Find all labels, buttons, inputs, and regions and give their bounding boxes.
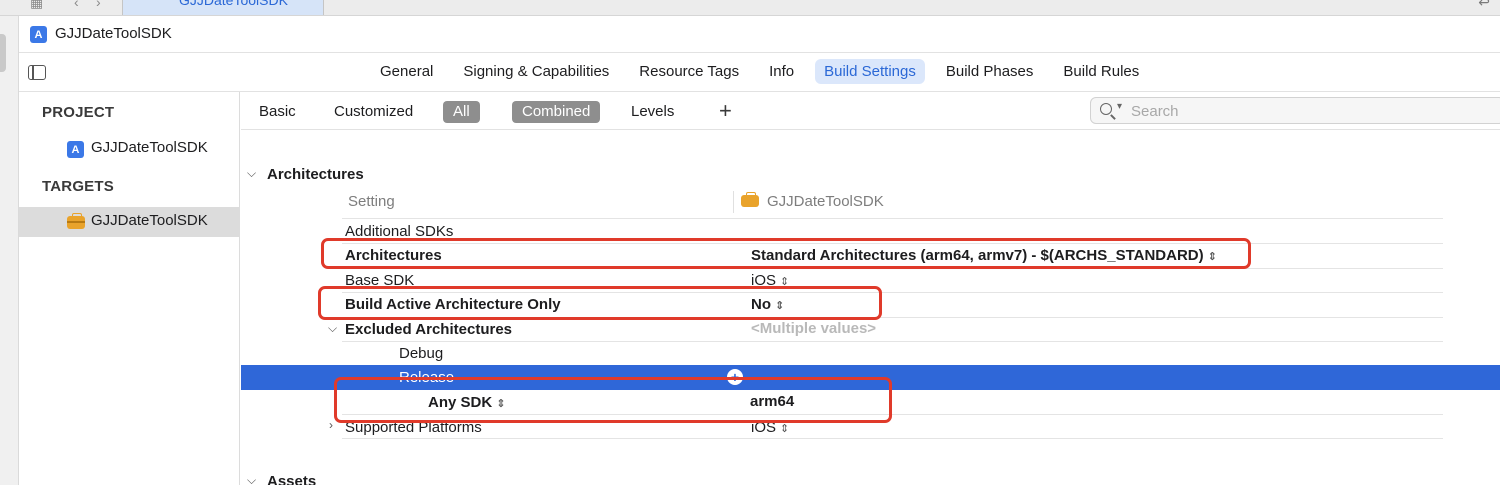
filter-customized-button[interactable]: Customized	[334, 101, 413, 123]
updown-chevron-icon: ⇕	[780, 423, 790, 435]
tab-build-settings[interactable]: Build Settings	[815, 59, 925, 84]
section-title-assets: Assets	[267, 473, 317, 485]
sidebar-toggle-icon[interactable]	[28, 65, 46, 80]
search-input[interactable]	[1131, 101, 1491, 121]
sidebar-item-target[interactable]: GJJDateToolSDK	[19, 207, 240, 237]
build-settings-filter-bar: Basic Customized All Combined Levels + ▾	[241, 92, 1500, 130]
chevron-down-icon[interactable]: ⌵	[247, 166, 256, 181]
editor-tab-active[interactable]: GJJDateToolSDK	[122, 0, 324, 15]
project-header: PROJECT	[42, 104, 115, 121]
annotation-box-any-sdk	[334, 377, 892, 423]
setting-value-excluded-arch[interactable]: <Multiple values>	[751, 320, 876, 337]
chevron-right-icon[interactable]: ›	[329, 418, 333, 432]
view-levels-button[interactable]: Levels	[631, 101, 674, 123]
chevron-down-icon[interactable]: ⌵	[247, 473, 256, 485]
tab-signing-capabilities[interactable]: Signing & Capabilities	[454, 59, 618, 84]
add-setting-button[interactable]: +	[719, 98, 732, 124]
column-header-target[interactable]: GJJDateToolSDK	[741, 192, 884, 210]
grid-icon[interactable]: ▦	[30, 0, 43, 11]
navigator-rail	[0, 16, 19, 485]
window-toolbar: ▦ ‹ › GJJDateToolSDK ↩	[0, 0, 1500, 16]
targets-header: TARGETS	[42, 178, 114, 195]
forward-nav-icon[interactable]: ›	[96, 0, 101, 10]
xcodeproj-icon: A	[30, 26, 47, 43]
search-icon	[1100, 103, 1112, 115]
view-combined-button[interactable]: Combined	[512, 101, 601, 123]
return-icon[interactable]: ↩	[1478, 0, 1490, 11]
sidebar-item-label: GJJDateToolSDK	[91, 212, 208, 229]
editor-tabs-row: General Signing & Capabilities Resource …	[19, 53, 1500, 92]
setting-name-excluded-arch[interactable]: Excluded Architectures	[345, 321, 512, 338]
tab-build-rules[interactable]: Build Rules	[1054, 59, 1148, 84]
chevron-down-icon[interactable]: ⌵	[328, 321, 337, 336]
rail-handle[interactable]	[0, 34, 6, 72]
tab-build-phases[interactable]: Build Phases	[937, 59, 1043, 84]
sidebar-item-label: GJJDateToolSDK	[91, 139, 208, 156]
section-title-architectures: Architectures	[267, 166, 364, 183]
column-divider	[733, 191, 734, 213]
tab-info[interactable]: Info	[760, 59, 803, 84]
tab-general[interactable]: General	[371, 59, 442, 84]
filter-all-button[interactable]: All	[443, 101, 480, 123]
filter-basic-button[interactable]: Basic	[259, 101, 296, 123]
settings-tabs: General Signing & Capabilities Resource …	[371, 59, 1160, 84]
annotation-box-build-active-arch	[318, 286, 882, 320]
row-separator	[342, 438, 1443, 439]
project-targets-sidebar: PROJECT A GJJDateToolSDK TARGETS GJJDate…	[19, 92, 240, 485]
annotation-box-architectures	[321, 238, 1251, 269]
framework-target-icon	[741, 192, 759, 208]
row-separator	[342, 218, 1443, 219]
search-field[interactable]: ▾	[1090, 97, 1500, 124]
sidebar-item-project[interactable]: A GJJDateToolSDK	[19, 134, 240, 164]
framework-target-icon	[67, 213, 85, 229]
config-name-debug[interactable]: Debug	[399, 345, 443, 362]
editor-tab-label: GJJDateToolSDK	[179, 0, 288, 8]
jump-bar: A GJJDateToolSDK	[19, 16, 1500, 53]
column-header-target-label: GJJDateToolSDK	[767, 193, 884, 210]
back-nav-icon[interactable]: ‹	[74, 0, 79, 10]
tab-resource-tags[interactable]: Resource Tags	[630, 59, 748, 84]
jump-bar-title[interactable]: GJJDateToolSDK	[55, 25, 172, 42]
build-settings-content: ⌵ Architectures Setting GJJDateToolSDK A…	[241, 131, 1500, 485]
xcodeproj-icon: A	[67, 141, 84, 158]
row-separator	[342, 341, 1443, 342]
column-header-setting[interactable]: Setting	[348, 193, 395, 210]
chevron-down-icon[interactable]: ▾	[1117, 101, 1122, 112]
